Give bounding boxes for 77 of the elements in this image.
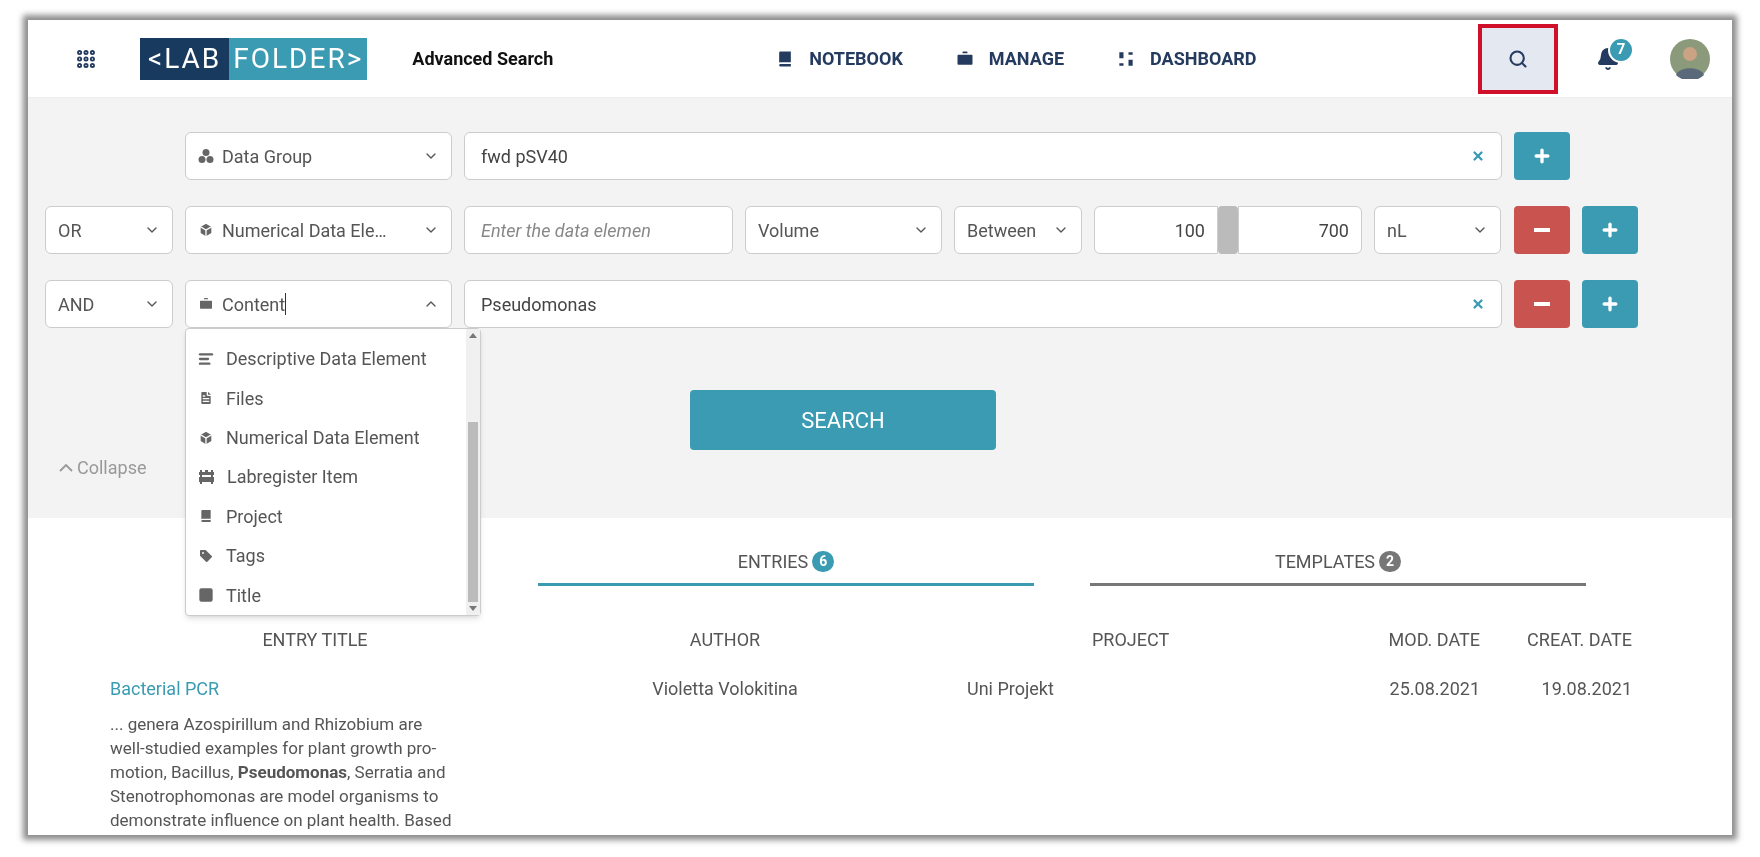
dropdown-option[interactable]: Tags xyxy=(198,536,466,576)
rack-icon xyxy=(198,468,215,485)
column-header: PROJECT xyxy=(1092,628,1171,652)
column-header: MOD. DATE xyxy=(1387,628,1480,652)
nav-link[interactable]: NOTEBOOK xyxy=(775,45,903,72)
add-row-button[interactable] xyxy=(1582,206,1638,254)
results-tab[interactable]: TEMPLATES 2 xyxy=(1090,548,1586,586)
nav-link[interactable]: MANAGE xyxy=(954,45,1065,72)
title-icon xyxy=(198,587,214,604)
clear-icon xyxy=(1471,149,1485,163)
project-cell-text: Uni Projekt xyxy=(967,677,1055,701)
cube-icon xyxy=(198,222,214,238)
value-text: fwd pSV40 xyxy=(481,144,568,169)
field-select[interactable]: Data Group xyxy=(185,132,452,180)
plus-icon xyxy=(1600,220,1620,240)
field-label: Numerical Data Ele… xyxy=(222,218,387,243)
comparison-select[interactable]: Between xyxy=(954,206,1082,254)
minus-icon xyxy=(1534,302,1550,306)
briefcase-icon xyxy=(954,48,975,69)
page-title: Advanced Search xyxy=(412,47,554,71)
dropdown-option[interactable]: Project xyxy=(198,496,466,537)
field-select[interactable]: Numerical Data Ele… xyxy=(185,206,452,254)
file-icon xyxy=(198,390,214,407)
avatar[interactable] xyxy=(1670,38,1710,79)
entry-snippet: ... genera Azospirillum and Rhizobium are well-studied examples for plant growth pro-motion, Bacillus, Pseudomonas, Serratia and Stenotrophomonas are model organisms to demonstrate influence on plant health. Based xyxy=(110,713,453,832)
remove-row-button[interactable] xyxy=(1514,280,1570,328)
lines-icon xyxy=(198,350,214,367)
scroll-down-icon[interactable] xyxy=(469,606,477,611)
chevron-up-icon xyxy=(59,463,73,472)
operator-select[interactable]: OR xyxy=(45,206,173,254)
tag-icon xyxy=(198,547,214,564)
data-element-field[interactable]: Enter the data elemen xyxy=(464,206,733,254)
plus-icon xyxy=(1532,146,1552,166)
column-header: AUTHOR xyxy=(688,628,762,652)
nav-link[interactable]: DASHBOARD xyxy=(1116,45,1257,72)
results-tab[interactable]: ENTRIES 6 xyxy=(538,548,1034,586)
column-header: CREAT. DATE xyxy=(1526,628,1632,652)
value-text: Pseudomonas xyxy=(481,292,597,317)
text-cursor xyxy=(285,293,287,315)
max-field[interactable]: 700 xyxy=(1238,206,1362,254)
minus-icon xyxy=(1534,228,1550,232)
cube-icon xyxy=(198,429,214,446)
dropdown-option[interactable]: Descriptive Data Element xyxy=(198,339,466,379)
field-label: Content xyxy=(222,292,286,317)
operator-select[interactable]: AND xyxy=(45,280,173,328)
column-header: ENTRY TITLE xyxy=(261,628,369,652)
tab-count: 6 xyxy=(812,551,835,572)
value-field[interactable]: Pseudomonas xyxy=(464,280,1502,328)
scroll-up-icon[interactable] xyxy=(469,333,477,338)
tab-count: 2 xyxy=(1379,551,1402,572)
plus-icon xyxy=(1600,294,1620,314)
add-row-button[interactable] xyxy=(1514,132,1570,180)
min-field[interactable]: 100 xyxy=(1094,206,1218,254)
unit-select[interactable]: nL xyxy=(1374,206,1501,254)
quantity-select[interactable]: Volume xyxy=(745,206,942,254)
range-separator xyxy=(1218,206,1238,254)
add-row-button[interactable] xyxy=(1582,280,1638,328)
apps-menu-icon[interactable] xyxy=(75,47,97,70)
dropdown-option[interactable]: Numerical Data Element xyxy=(198,417,466,458)
field-label: Data Group xyxy=(222,144,313,169)
dropdown-option[interactable]: Files xyxy=(198,378,466,418)
mod-date-cell-text: 25.08.2021 xyxy=(1388,677,1480,701)
briefcase-icon xyxy=(198,296,214,312)
search-button[interactable] xyxy=(1478,23,1558,94)
value-field[interactable]: fwd pSV40 xyxy=(464,132,1502,180)
notification-count: 7 xyxy=(1608,36,1634,63)
creat-date-cell-text: 19.08.2021 xyxy=(1540,677,1632,701)
dropdown-option[interactable]: Labregister Item xyxy=(198,457,466,497)
field-select[interactable]: Content xyxy=(185,280,452,328)
scrollbar-thumb[interactable] xyxy=(468,422,478,602)
remove-row-button[interactable] xyxy=(1514,206,1570,254)
book-icon xyxy=(198,508,214,525)
data-group-icon xyxy=(198,148,214,164)
clear-icon xyxy=(1471,297,1485,311)
author-cell-text: Violetta Volokitina xyxy=(651,677,799,701)
dropdown-option[interactable]: Title xyxy=(198,575,466,615)
search-icon xyxy=(1508,48,1528,69)
